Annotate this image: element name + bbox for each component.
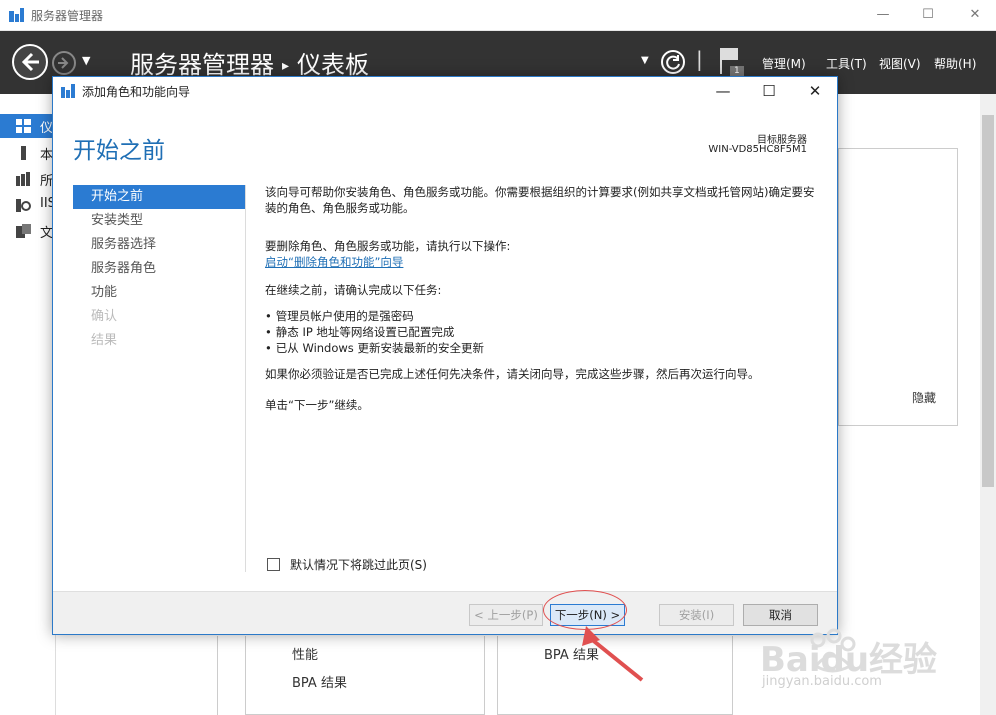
breadcrumb-separator-icon: ▸ — [282, 58, 290, 74]
notification-count-badge: 1 — [734, 66, 740, 76]
annotation-arrow-icon — [582, 626, 644, 682]
wizard-steps: 开始之前 安装类型 服务器选择 服务器角色 功能 确认 结果 — [73, 185, 245, 353]
task-item: 已从 Windows 更新安装最新的安全更新 — [265, 340, 825, 356]
step-results: 结果 — [91, 333, 118, 348]
refresh-icon — [666, 55, 680, 70]
refresh-button[interactable] — [661, 50, 685, 74]
sidebar: 仪 本 所 IIS 文 — [0, 94, 56, 715]
previous-button: < 上一步(P) — [469, 604, 543, 626]
breadcrumb-root[interactable]: 服务器管理器 — [130, 51, 274, 79]
step-confirmation: 确认 — [91, 309, 118, 324]
watermark-url: jingyan.baidu.com — [762, 674, 882, 689]
sidebar-item-iis[interactable]: IIS — [0, 193, 56, 217]
notifications-button[interactable]: 1 — [718, 46, 748, 80]
maximize-button[interactable]: ☐ — [913, 4, 943, 26]
step-features[interactable]: 功能 — [73, 281, 245, 305]
header-dropdown-icon[interactable]: ▼ — [641, 55, 649, 66]
local-server-icon — [21, 146, 26, 160]
dialog-minimize-button[interactable]: — — [709, 80, 737, 102]
breadcrumb-current: 仪表板 — [297, 51, 370, 79]
dashboard-panel — [838, 148, 958, 426]
history-dropdown-icon[interactable]: ▼ — [82, 54, 90, 67]
continue-text: 单击“下一步”继续。 — [265, 398, 369, 412]
sidebar-item-dashboard[interactable]: 仪 — [0, 114, 56, 138]
sidebar-item-local-server[interactable]: 本 — [0, 141, 56, 165]
step-server-selection[interactable]: 服务器选择 — [73, 233, 245, 257]
menu-manage[interactable]: 管理(M) — [762, 55, 806, 72]
tile-item-performance[interactable]: 性能 — [292, 644, 318, 663]
task-item-text: 管理员帐户使用的是强密码 — [275, 309, 414, 323]
all-servers-icon — [16, 172, 30, 186]
dialog-maximize-button[interactable]: ☐ — [755, 80, 783, 102]
remove-roles-link[interactable]: 启动“删除角色和功能”向导 — [265, 255, 403, 269]
breadcrumb: 服务器管理器 ▸ 仪表板 — [130, 45, 369, 80]
dialog-title: 添加角色和功能向导 — [82, 85, 191, 99]
minimize-button[interactable]: — — [868, 4, 898, 26]
forward-button[interactable] — [52, 51, 76, 75]
install-button: 安装(I) — [659, 604, 734, 626]
cancel-button[interactable]: 取消 — [743, 604, 818, 626]
task-item-text: 已从 Windows 更新安装最新的安全更新 — [275, 341, 484, 355]
window-titlebar: 服务器管理器 — ☐ ✕ — [0, 0, 996, 31]
add-roles-wizard-dialog: 添加角色和功能向导 — ☐ ✕ 开始之前 目标服务器 WIN-VD85HC8F5… — [52, 76, 838, 635]
step-installation-type[interactable]: 安装类型 — [73, 209, 245, 233]
skip-page-checkbox[interactable] — [267, 558, 280, 571]
verify-text: 如果你必须验证是否已完成上述任何先决条件，请关闭向导，完成这些步骤，然后再次运行… — [265, 367, 760, 381]
tile-item-bpa[interactable]: BPA 结果 — [292, 672, 347, 691]
scrollbar-thumb[interactable] — [982, 115, 994, 487]
skip-page-label: 默认情况下将跳过此页(S) — [290, 558, 427, 572]
dashboard-tile-left: 性能 BPA 结果 — [245, 636, 485, 715]
step-server-roles[interactable]: 服务器角色 — [73, 257, 245, 281]
server-manager-app-icon — [9, 8, 24, 22]
dashboard-frame — [217, 636, 218, 715]
dialog-close-button[interactable]: ✕ — [801, 80, 829, 102]
remove-instructions: 要删除角色、角色服务或功能，请执行以下操作: — [265, 239, 511, 253]
wizard-app-icon — [61, 84, 75, 98]
file-services-icon — [16, 224, 31, 238]
window-title: 服务器管理器 — [31, 9, 104, 23]
sidebar-item-file-services[interactable]: 文 — [0, 219, 56, 243]
back-button[interactable] — [12, 44, 48, 80]
page-title: 开始之前 — [73, 138, 165, 164]
target-server-value: WIN-VD85HC8F5M1 — [708, 144, 807, 155]
before-continue-text: 在继续之前，请确认完成以下任务: — [265, 283, 442, 297]
task-item-text: 静态 IP 地址等网络设置已配置完成 — [275, 325, 455, 339]
skip-page-option[interactable]: 默认情况下将跳过此页(S) — [267, 556, 427, 573]
step-before-you-begin[interactable]: 开始之前 — [73, 185, 245, 209]
dialog-footer: < 上一步(P) 下一步(N) > 安装(I) 取消 — [53, 591, 837, 634]
menu-tools[interactable]: 工具(T) — [826, 55, 867, 72]
header-divider: | — [696, 47, 703, 71]
dialog-titlebar: 添加角色和功能向导 — ☐ ✕ — [53, 77, 837, 105]
steps-divider — [245, 185, 246, 572]
hide-link[interactable]: 隐藏 — [912, 389, 936, 406]
iis-icon — [16, 199, 31, 212]
menu-help[interactable]: 帮助(H) — [934, 55, 976, 72]
flag-icon — [720, 48, 744, 79]
wizard-content: 该向导可帮助你安装角色、角色服务或功能。你需要根据组织的计算要求(例如共享文档或… — [265, 184, 825, 413]
close-button[interactable]: ✕ — [960, 4, 990, 26]
arrow-left-icon — [21, 52, 39, 72]
dashboard-icon — [16, 119, 31, 133]
menu-view[interactable]: 视图(V) — [879, 55, 921, 72]
sidebar-item-all-servers[interactable]: 所 — [0, 167, 56, 191]
arrow-right-icon — [58, 57, 69, 69]
task-item: 静态 IP 地址等网络设置已配置完成 — [265, 324, 825, 340]
task-item: 管理员帐户使用的是强密码 — [265, 308, 825, 324]
intro-text: 该向导可帮助你安装角色、角色服务或功能。你需要根据组织的计算要求(例如共享文档或… — [265, 185, 815, 215]
